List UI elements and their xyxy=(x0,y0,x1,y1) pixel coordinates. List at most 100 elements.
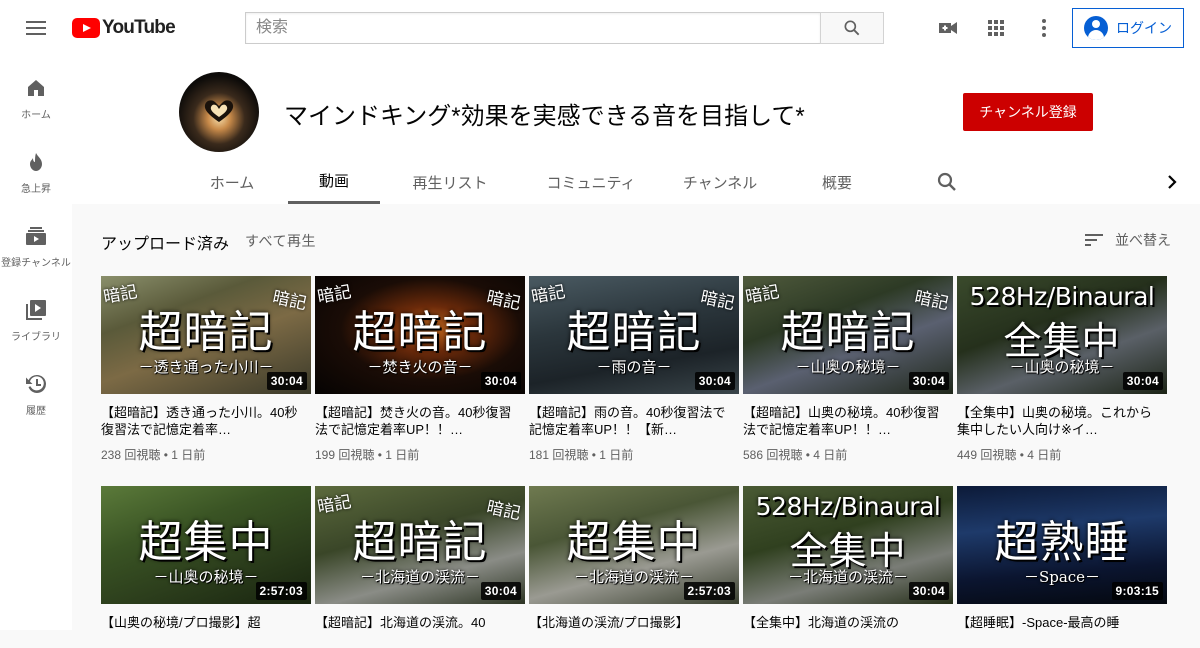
sidebar-item-home[interactable]: ホーム xyxy=(0,56,72,130)
video-thumbnail[interactable]: 暗記 暗記 超暗記 －北海道の渓流－ 30:04 xyxy=(315,486,525,604)
video-thumbnail[interactable]: 暗記 暗記 超暗記 －雨の音－ 30:04 xyxy=(529,276,739,394)
video-thumbnail[interactable]: 超集中 －山奥の秘境－ 2:57:03 xyxy=(101,486,311,604)
top-bar: YouTube ログイン xyxy=(0,0,1200,56)
thumbnail-heading: 超暗記 xyxy=(352,307,488,358)
video-thumbnail[interactable]: 超集中 －北海道の渓流－ 2:57:03 xyxy=(529,486,739,604)
video-meta: 199 回視聴 • 1 日前 xyxy=(315,448,420,462)
youtube-play-icon xyxy=(72,18,100,38)
video-title[interactable]: 【山奥の秘境/プロ撮影】超 xyxy=(101,614,311,648)
search-input[interactable] xyxy=(245,12,820,44)
apps-grid-icon[interactable] xyxy=(984,16,1008,40)
video-thumbnail[interactable]: 暗記 暗記 超暗記 －山奥の秘境－ 30:04 xyxy=(743,276,953,394)
tab-community[interactable]: コミュニティ xyxy=(520,160,662,204)
video-duration: 2:57:03 xyxy=(683,582,735,600)
trending-icon xyxy=(30,153,42,171)
logo-text: YouTube xyxy=(102,17,176,38)
video-duration: 30:04 xyxy=(694,372,735,390)
channel-avatar[interactable] xyxy=(179,72,259,152)
tab-home[interactable]: ホーム xyxy=(182,160,282,204)
channel-header: マインドキング*効果を実感できる音を目指して* チャンネル登録 ホーム 動画 再… xyxy=(72,56,1200,204)
play-all-button[interactable]: すべて再生 xyxy=(245,231,316,251)
video-title[interactable]: 【超睡眠】-Space-最高の睡 xyxy=(957,614,1167,648)
video-card[interactable]: 暗記 暗記 超暗記 －雨の音－ 30:04 【超暗記】雨の音。40秒復習法で記憶定着率UP… xyxy=(529,276,739,463)
video-title[interactable]: 【超暗記】雨の音。40秒復習法で記憶定着率UP！！【新… xyxy=(529,404,739,438)
tab-about[interactable]: 概要 xyxy=(778,160,896,204)
search-button[interactable] xyxy=(820,12,884,44)
video-thumbnail[interactable]: 暗記 暗記 超暗記 －焚き火の音－ 30:04 xyxy=(315,276,525,394)
video-card[interactable]: 暗記 暗記 超暗記 －焚き火の音－ 30:04 【超暗記】焚き火の音。40秒復習法で記憶定… xyxy=(315,276,525,463)
tab-videos[interactable]: 動画 xyxy=(288,160,380,204)
video-thumbnail[interactable]: 超熟睡 －Space－ 9:03:15 xyxy=(957,486,1167,604)
video-meta: 238 回視聴 • 1 日前 xyxy=(101,448,206,462)
section-title: アップロード済み xyxy=(101,236,230,253)
sidebar-item-label: 登録チャンネル xyxy=(1,258,71,269)
video-card[interactable]: 528Hz/Binaural 全集中 －山奥の秘境－ 30:04 【全集中】山奥の秘境。… xyxy=(957,276,1167,463)
video-meta: 586 回視聴 • 4 日前 xyxy=(743,448,848,462)
channel-search-icon[interactable] xyxy=(935,170,959,194)
video-thumbnail[interactable]: 528Hz/Binaural 全集中 －山奥の秘境－ 30:04 xyxy=(957,276,1167,394)
video-duration: 30:04 xyxy=(480,582,521,600)
sort-button[interactable]: 並べ替え xyxy=(1084,230,1171,250)
thumbnail-heading-en: 528Hz/Binaural xyxy=(969,282,1155,311)
login-label: ログイン xyxy=(1116,20,1172,36)
youtube-logo[interactable]: YouTube xyxy=(72,17,176,39)
create-video-icon[interactable] xyxy=(936,16,960,40)
chevron-right-icon[interactable] xyxy=(1160,170,1184,194)
video-title[interactable]: 【北海道の渓流/プロ撮影】 xyxy=(529,614,739,648)
heart-hands-icon xyxy=(204,100,234,122)
video-card[interactable]: 暗記 暗記 超暗記 －山奥の秘境－ 30:04 【超暗記】山奥の秘境。40秒復習法で記憶定… xyxy=(743,276,953,463)
menu-icon[interactable] xyxy=(24,18,48,38)
sidebar-item-label: ライブラリ xyxy=(11,332,61,343)
video-title[interactable]: 【全集中】北海道の渓流の xyxy=(743,614,953,648)
thumbnail-heading: 超集中 xyxy=(138,517,274,568)
video-title[interactable]: 【超暗記】焚き火の音。40秒復習法で記憶定着率UP！！… xyxy=(315,404,525,438)
sidebar-item-trending[interactable]: 急上昇 xyxy=(0,130,72,204)
thumbnail-heading: 超暗記 xyxy=(780,307,916,358)
video-title[interactable]: 【超暗記】山奥の秘境。40秒復習法で記憶定着率UP！！… xyxy=(743,404,953,438)
video-card[interactable]: 暗記 暗記 超暗記 －北海道の渓流－ 30:04 【超暗記】北海道の渓流。40 xyxy=(315,486,525,648)
sidebar-item-subscriptions[interactable]: 登録チャンネル xyxy=(0,204,72,278)
video-card[interactable]: 超集中 －山奥の秘境－ 2:57:03 【山奥の秘境/プロ撮影】超 xyxy=(101,486,311,648)
video-duration: 30:04 xyxy=(480,372,521,390)
tab-channels[interactable]: チャンネル xyxy=(662,160,778,204)
sort-label: 並べ替え xyxy=(1115,232,1171,248)
thumbnail-heading-en: 528Hz/Binaural xyxy=(755,492,941,521)
sort-icon xyxy=(1085,234,1103,246)
video-duration: 9:03:15 xyxy=(1111,582,1163,600)
sidebar-item-library[interactable]: ライブラリ xyxy=(0,278,72,352)
library-icon xyxy=(26,300,46,320)
video-thumbnail[interactable]: 暗記 暗記 超暗記 －透き通った小川－ 30:04 xyxy=(101,276,311,394)
video-card[interactable]: 超集中 －北海道の渓流－ 2:57:03 【北海道の渓流/プロ撮影】 xyxy=(529,486,739,648)
video-duration: 30:04 xyxy=(908,582,949,600)
video-meta: 181 回視聴 • 1 日前 xyxy=(529,448,634,462)
sidebar: ホーム 急上昇 登録チャンネル ライブラリ 履歴 xyxy=(0,56,72,630)
subscribe-button[interactable]: チャンネル登録 xyxy=(963,93,1093,131)
thumbnail-heading: 超熟睡 xyxy=(994,517,1130,568)
history-icon xyxy=(26,374,46,393)
sidebar-item-label: 履歴 xyxy=(26,406,46,417)
login-button[interactable]: ログイン xyxy=(1072,8,1184,48)
thumbnail-heading: 超暗記 xyxy=(352,517,488,568)
channel-name: マインドキング*効果を実感できる音を目指して* xyxy=(284,103,805,130)
video-meta: 449 回視聴 • 4 日前 xyxy=(957,448,1062,462)
home-icon xyxy=(28,80,44,96)
sidebar-item-label: 急上昇 xyxy=(21,184,51,195)
video-card[interactable]: 528Hz/Binaural 全集中 －北海道の渓流－ 30:04 【全集中】北海道の渓… xyxy=(743,486,953,648)
thumbnail-heading: 超暗記 xyxy=(566,307,702,358)
video-card[interactable]: 暗記 暗記 超暗記 －透き通った小川－ 30:04 【超暗記】透き通った小川。40秒復習法… xyxy=(101,276,311,463)
more-options-icon[interactable] xyxy=(1032,16,1056,40)
video-duration: 2:57:03 xyxy=(255,582,307,600)
video-title[interactable]: 【全集中】山奥の秘境。これから集中したい人向け※イ… xyxy=(957,404,1167,438)
video-title[interactable]: 【超暗記】透き通った小川。40秒復習法で記憶定着率… xyxy=(101,404,311,438)
video-duration: 30:04 xyxy=(266,372,307,390)
video-duration: 30:04 xyxy=(1122,372,1163,390)
video-thumbnail[interactable]: 528Hz/Binaural 全集中 －北海道の渓流－ 30:04 xyxy=(743,486,953,604)
search-icon xyxy=(844,20,860,36)
tab-playlists[interactable]: 再生リスト xyxy=(380,160,520,204)
search-bar xyxy=(245,12,884,44)
account-icon xyxy=(1084,16,1108,40)
sidebar-item-history[interactable]: 履歴 xyxy=(0,352,72,426)
video-card[interactable]: 超熟睡 －Space－ 9:03:15 【超睡眠】-Space-最高の睡 xyxy=(957,486,1167,648)
video-title[interactable]: 【超暗記】北海道の渓流。40 xyxy=(315,614,525,648)
channel-tabs: ホーム 動画 再生リスト コミュニティ チャンネル 概要 xyxy=(182,160,896,204)
